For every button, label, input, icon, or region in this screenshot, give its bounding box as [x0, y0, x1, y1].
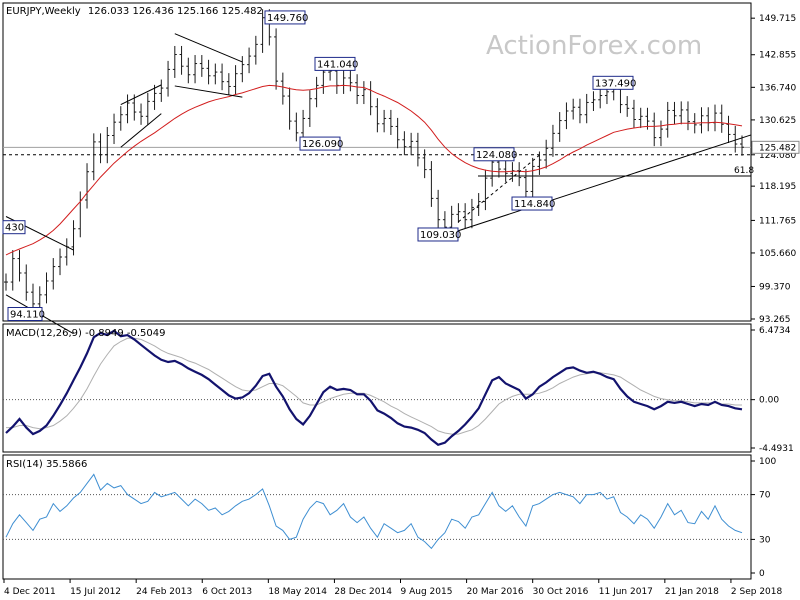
price-axis-label: 93.265 — [759, 315, 791, 325]
macd-axis-label: 0.00 — [759, 396, 779, 406]
eurjpy-weekly-chart: ActionForex.com 61.8 149.760 141.040 126.09… — [0, 0, 800, 600]
price-axis-label: 118.195 — [759, 182, 796, 192]
price-callout-label: 149.760 — [267, 13, 308, 24]
x-axis-label: 18 May 2014 — [268, 587, 327, 597]
price-axis-label: 149.715 — [759, 14, 796, 24]
x-axis-label: 15 Jul 2012 — [70, 587, 121, 597]
rsi-title: RSI(14) 35.5866 — [6, 459, 87, 470]
symbol-name: EURJPY,Weekly — [6, 6, 81, 17]
price-axis-label: 142.855 — [759, 51, 796, 61]
rsi-axis-label: 100 — [759, 457, 776, 467]
chart-root: ActionForex.com 61.8 149.760 141.040 126.09… — [0, 0, 800, 600]
level-label-1: 61.8 — [734, 166, 754, 176]
price-callout: 109.030 — [417, 227, 461, 242]
x-axis-label: 2 Sep 2018 — [731, 587, 783, 597]
rsi-axis-label: 70 — [759, 491, 771, 501]
price-axis-label: 111.765 — [759, 216, 796, 226]
price-callout-label: 137.490 — [595, 78, 636, 89]
x-axis-label: 24 Feb 2013 — [136, 587, 192, 597]
price-axis-label: 130.625 — [759, 116, 796, 126]
current-price-marker: 125.482 — [751, 140, 800, 154]
price-axis-label: 136.740 — [759, 83, 796, 93]
x-axis-label: 9 Aug 2015 — [401, 587, 453, 597]
price-callout-label: 430 — [5, 223, 24, 234]
price-callout-label: 124.080 — [476, 150, 517, 161]
x-axis-label: 6 Oct 2013 — [202, 587, 252, 597]
price-callout: 149.760 — [264, 10, 308, 25]
x-axis-label: 20 Mar 2016 — [467, 587, 524, 597]
macd-axis-label: 6.4734 — [759, 326, 791, 336]
x-axis-label: 21 Jan 2018 — [665, 587, 719, 597]
rsi-axis-label: 0 — [759, 569, 765, 579]
x-axis-label: 28 Dec 2014 — [334, 587, 392, 597]
price-callout-label: 126.090 — [302, 139, 343, 150]
price-callout: 94.110 — [7, 306, 45, 321]
price-callout: 126.090 — [299, 136, 343, 151]
price-callout: 430 — [2, 220, 26, 235]
price-callout-label: 94.110 — [10, 309, 45, 320]
rsi-axis-label: 30 — [759, 535, 771, 545]
current-price-label: 125.482 — [759, 143, 796, 153]
x-axis-label: 4 Dec 2011 — [4, 587, 56, 597]
ohlc-values: 126.033 126.436 125.166 125.482 — [88, 6, 263, 17]
x-axis-label: 11 Jun 2017 — [599, 587, 653, 597]
price-callout: 114.840 — [511, 196, 555, 211]
price-callout: 124.080 — [473, 147, 517, 162]
price-callout: 137.490 — [592, 75, 636, 90]
symbol-label: EURJPY,Weekly 126.033 126.436 125.166 12… — [6, 6, 263, 17]
price-callout-label: 114.840 — [514, 199, 555, 210]
x-axis-label: 30 Oct 2016 — [533, 587, 589, 597]
price-axis-label: 99.370 — [759, 282, 791, 292]
price-axis-label: 105.660 — [759, 249, 796, 259]
chart-background — [0, 0, 800, 600]
price-callout-label: 109.030 — [420, 230, 461, 241]
macd-axis-label: -4.4931 — [759, 444, 794, 454]
price-callout: 141.040 — [314, 56, 358, 71]
watermark-text: ActionForex.com — [486, 31, 702, 61]
price-callout-label: 141.040 — [317, 59, 358, 70]
macd-title: MACD(12,26,9) -0.8949 -0.5049 — [6, 328, 166, 339]
